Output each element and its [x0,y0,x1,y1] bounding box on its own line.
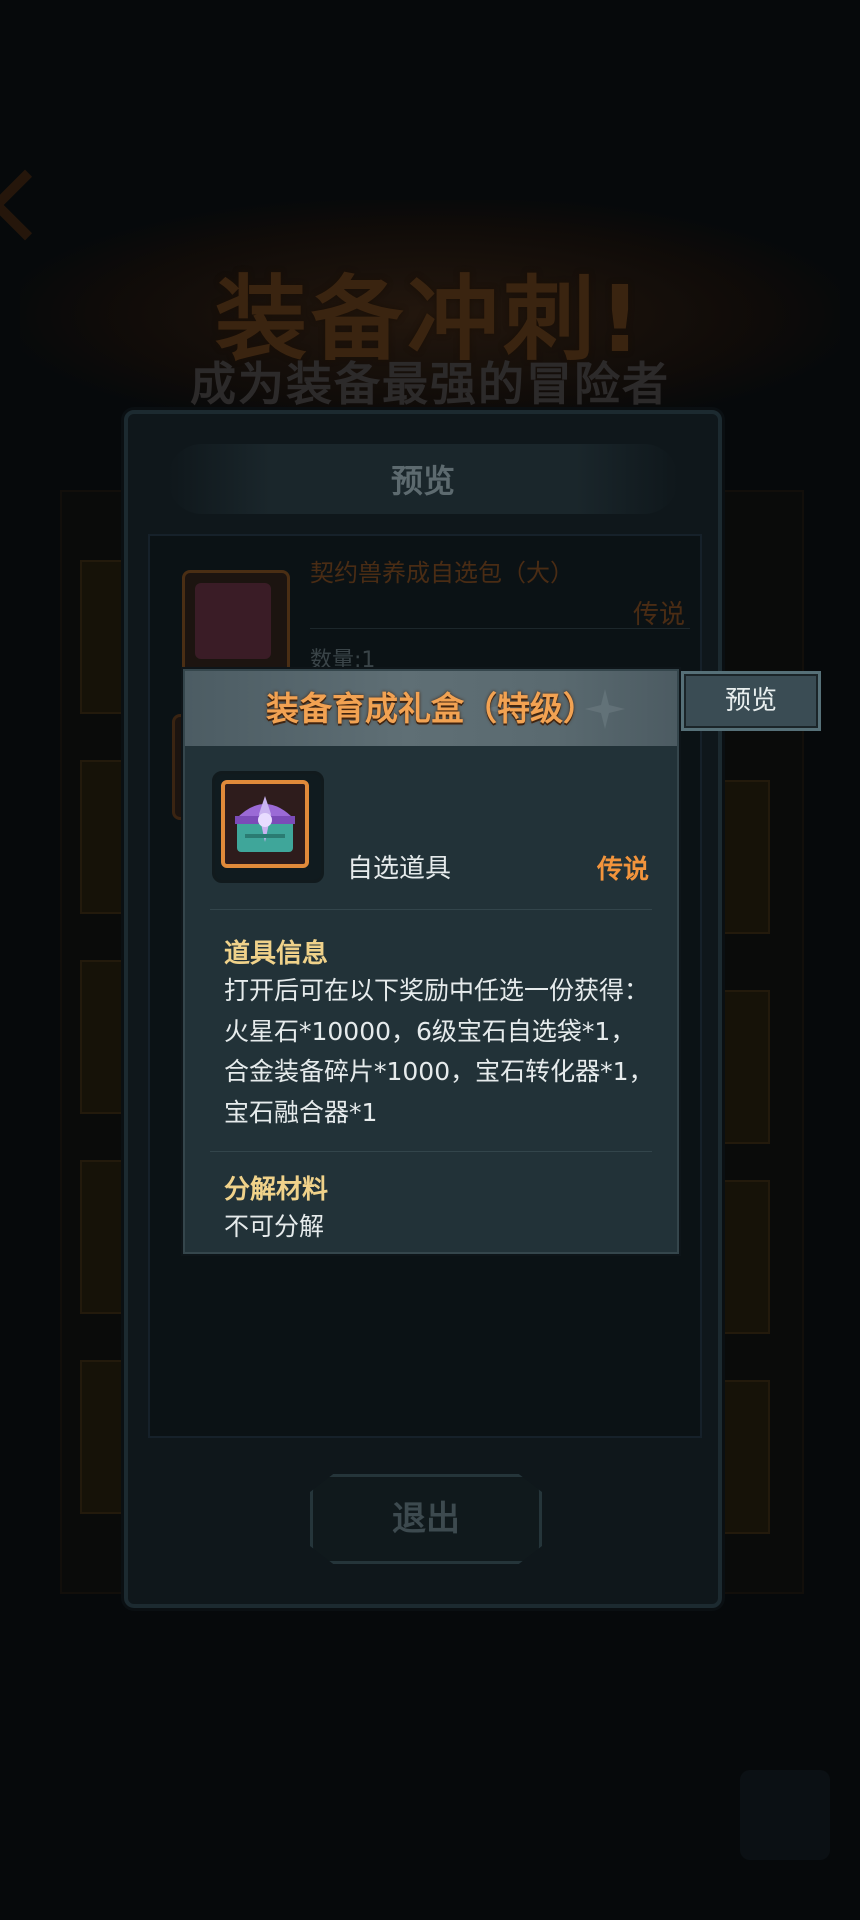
divider [310,628,690,629]
gift-box-icon [182,570,290,678]
exit-button[interactable]: 退出 [310,1474,542,1564]
item-detail-popup: 装备育成礼盒（特级） 自选道具 传说 道具信息 打开后可在以下奖励中任选一份获得… [183,669,679,1254]
item-rarity: 传说 [596,855,649,885]
list-item[interactable]: 契约兽养成自选包（大） 传说 数量:1 [172,544,697,679]
divider [210,1151,652,1152]
item-info-heading: 道具信息 [224,939,329,969]
banner-subtitle: 成为装备最强的冒险者 [190,357,670,411]
list-item-name: 契约兽养成自选包（大） [310,559,574,587]
share-icon [740,1770,830,1860]
item-type: 自选道具 [347,854,452,884]
decompose-value: 不可分解 [224,1212,325,1241]
list-item-rarity: 传说 [632,600,685,630]
preview-button[interactable]: 预览 [681,671,821,731]
decompose-heading: 分解材料 [224,1175,329,1205]
popup-title: 装备育成礼盒（特级） [266,689,596,728]
preview-title: 预览 [390,462,455,500]
treasure-chest-icon [221,780,309,868]
item-icon-frame [212,771,324,883]
divider [210,909,652,910]
item-info-description: 打开后可在以下奖励中任选一份获得：火星石*10000，6级宝石自选袋*1，合金装… [224,976,654,1127]
